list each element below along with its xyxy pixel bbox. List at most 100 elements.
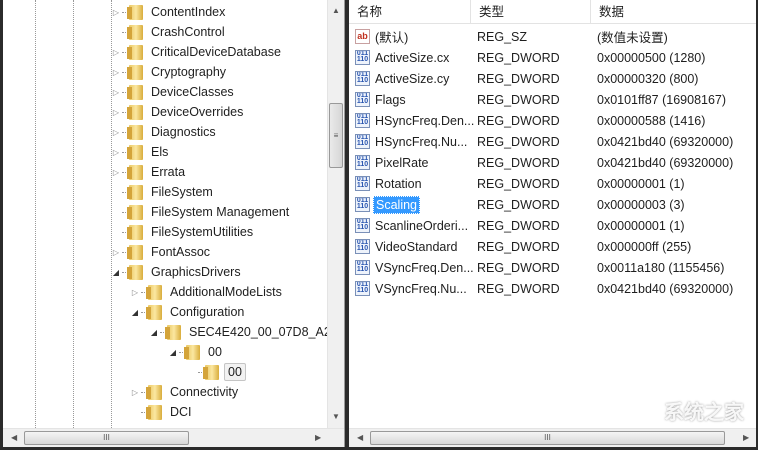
value-row[interactable]: 011 110 ScanlineOrderi... REG_DWORD 0x000000…: [349, 215, 756, 236]
tree-node[interactable]: 00: [187, 362, 246, 382]
column-header-type[interactable]: 类型: [471, 0, 591, 24]
expand-icon[interactable]: ▷: [111, 128, 121, 137]
tree-node[interactable]: DCI: [130, 402, 195, 422]
collapse-icon[interactable]: ◢: [168, 348, 178, 357]
value-row[interactable]: ab (默认) REG_SZ (数值未设置): [349, 26, 756, 47]
tree-node-label: Cryptography: [151, 65, 227, 79]
scroll-up-icon[interactable]: ▲: [332, 6, 340, 15]
folder-icon: [127, 184, 143, 200]
tree-node[interactable]: ◢ GraphicsDrivers: [111, 262, 244, 282]
expand-icon[interactable]: ▷: [111, 108, 121, 117]
tree-node[interactable]: ◢ Configuration: [130, 302, 247, 322]
tree-node[interactable]: ▷ Connectivity: [130, 382, 241, 402]
folder-icon: [127, 4, 143, 20]
value-row[interactable]: 011 110 ActiveSize.cy REG_DWORD 0x00000320 (…: [349, 68, 756, 89]
value-data: 0x000000ff (255): [597, 239, 692, 254]
binary-value-icon: 011 110: [355, 176, 370, 191]
value-data: 0x0421bd40 (69320000): [597, 134, 734, 149]
expand-icon[interactable]: ▷: [111, 8, 121, 17]
tree-horizontal-scrollbar[interactable]: ◀ III ▶: [3, 428, 344, 447]
scroll-right-icon[interactable]: ▶: [743, 433, 749, 442]
tree-node-label: Connectivity: [170, 385, 239, 399]
tree-node[interactable]: ▷ DeviceClasses: [111, 82, 237, 102]
folder-icon: [146, 304, 162, 320]
expand-icon[interactable]: ▷: [111, 68, 121, 77]
folder-icon: [203, 364, 219, 380]
binary-value-icon: 011 110: [355, 260, 370, 275]
tree-node-label: FileSystem Management: [151, 205, 290, 219]
scroll-right-icon[interactable]: ▶: [315, 433, 321, 442]
tree-node[interactable]: ▷ Cryptography: [111, 62, 229, 82]
column-header-data[interactable]: 数据: [591, 0, 756, 24]
value-type: REG_DWORD: [477, 134, 560, 149]
tree-node[interactable]: ▷ Diagnostics: [111, 122, 219, 142]
binary-value-icon: 011 110: [355, 134, 370, 149]
value-data: 0x00000001 (1): [597, 218, 685, 233]
tree-node-label: DeviceClasses: [151, 85, 234, 99]
folder-icon: [127, 264, 143, 280]
tree-node[interactable]: ▷ Errata: [111, 162, 188, 182]
tree-node[interactable]: FileSystem: [111, 182, 216, 202]
folder-icon: [127, 124, 143, 140]
tree-node-label: AdditionalModeLists: [170, 285, 282, 299]
value-row[interactable]: 011 110 VSyncFreq.Den... REG_DWORD 0x0011a18…: [349, 257, 756, 278]
tree-node-label: CrashControl: [151, 25, 225, 39]
tree-node[interactable]: ▷ FontAssoc: [111, 242, 213, 262]
value-row[interactable]: 011 110 VSyncFreq.Nu... REG_DWORD 0x0421bd40…: [349, 278, 756, 299]
value-row[interactable]: 011 110 ActiveSize.cx REG_DWORD 0x00000500 (…: [349, 47, 756, 68]
value-data: 0x00000588 (1416): [597, 113, 706, 128]
expand-icon[interactable]: ▷: [111, 248, 121, 257]
registry-key-tree[interactable]: ▷ ContentIndex CrashControl ▷ CriticalDevice…: [3, 0, 345, 447]
value-row[interactable]: 011 110 PixelRate REG_DWORD 0x0421bd40 (6932…: [349, 152, 756, 173]
folder-icon: [127, 144, 143, 160]
value-row[interactable]: 011 110 HSyncFreq.Nu... REG_DWORD 0x0421bd40…: [349, 131, 756, 152]
scrollbar-thumb[interactable]: ≡: [329, 103, 343, 168]
expand-icon[interactable]: ▷: [111, 88, 121, 97]
tree-node[interactable]: ▷ CriticalDeviceDatabase: [111, 42, 284, 62]
expand-icon[interactable]: ▷: [130, 388, 140, 397]
tree-node-label: Errata: [151, 165, 186, 179]
folder-icon: [127, 44, 143, 60]
collapse-icon[interactable]: ◢: [149, 328, 159, 337]
tree-node-label: Configuration: [170, 305, 245, 319]
value-row[interactable]: 011 110 Scaling REG_DWORD 0x00000003 (3): [349, 194, 756, 215]
registry-values-list[interactable]: 名称 类型 数据 ab (默认) REG_SZ (数值未设置) 011 110 Active…: [349, 0, 756, 447]
value-row[interactable]: 011 110 HSyncFreq.Den... REG_DWORD 0x0000058…: [349, 110, 756, 131]
tree-node[interactable]: ▷ ContentIndex: [111, 2, 228, 22]
value-type: REG_DWORD: [477, 260, 560, 275]
value-row[interactable]: 011 110 Flags REG_DWORD 0x0101ff87 (16908167…: [349, 89, 756, 110]
folder-icon: [146, 284, 162, 300]
tree-node[interactable]: ▷ AdditionalModeLists: [130, 282, 285, 302]
folder-icon: [127, 104, 143, 120]
tree-node-label: DeviceOverrides: [151, 105, 244, 119]
value-name: VSyncFreq.Den...: [375, 260, 474, 275]
collapse-icon[interactable]: ◢: [130, 308, 140, 317]
scroll-left-icon[interactable]: ◀: [357, 433, 363, 442]
tree-node[interactable]: ◢ 00: [168, 342, 225, 362]
binary-value-icon: 011 110: [355, 281, 370, 296]
collapse-icon[interactable]: ◢: [111, 268, 121, 277]
tree-node[interactable]: CrashControl: [111, 22, 228, 42]
values-horizontal-scrollbar[interactable]: ◀ III ▶: [349, 428, 756, 447]
scrollbar-thumb[interactable]: III: [24, 431, 189, 445]
scroll-left-icon[interactable]: ◀: [11, 433, 17, 442]
tree-node[interactable]: ▷ Els: [111, 142, 171, 162]
tree-vertical-scrollbar[interactable]: ▲ ≡ ▼: [327, 0, 344, 428]
value-row[interactable]: 011 110 VideoStandard REG_DWORD 0x000000ff (…: [349, 236, 756, 257]
tree-node-label: FontAssoc: [151, 245, 211, 259]
tree-node[interactable]: ◢ SEC4E420_00_07D8_A2^C: [149, 322, 344, 342]
folder-icon: [165, 324, 181, 340]
value-name: HSyncFreq.Den...: [375, 113, 475, 128]
tree-node[interactable]: FileSystem Management: [111, 202, 292, 222]
column-header-name[interactable]: 名称: [349, 0, 471, 24]
tree-node[interactable]: ▷ DeviceOverrides: [111, 102, 246, 122]
expand-icon[interactable]: ▷: [111, 168, 121, 177]
scrollbar-thumb[interactable]: III: [370, 431, 725, 445]
expand-icon[interactable]: ▷: [130, 288, 140, 297]
expand-icon[interactable]: ▷: [111, 48, 121, 57]
expand-icon[interactable]: ▷: [111, 148, 121, 157]
binary-value-icon: 011 110: [355, 92, 370, 107]
value-row[interactable]: 011 110 Rotation REG_DWORD 0x00000001 (1): [349, 173, 756, 194]
scroll-down-icon[interactable]: ▼: [332, 412, 340, 421]
tree-node[interactable]: FileSystemUtilities: [111, 222, 256, 242]
